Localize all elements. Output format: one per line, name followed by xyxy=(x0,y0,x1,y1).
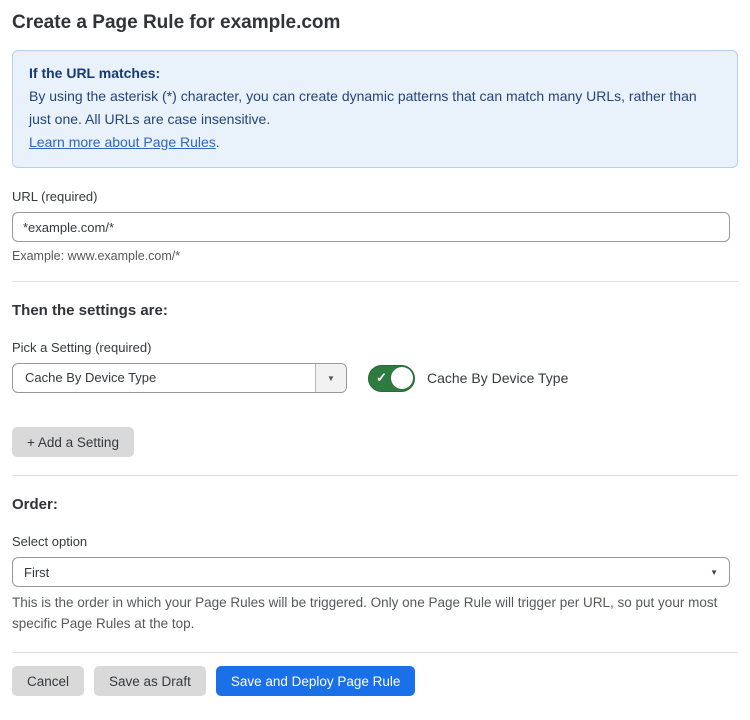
order-select-value: First xyxy=(24,565,49,580)
cancel-button[interactable]: Cancel xyxy=(12,666,84,696)
save-as-draft-button[interactable]: Save as Draft xyxy=(94,666,206,696)
info-box-body: By using the asterisk (*) character, you… xyxy=(29,85,721,131)
toggle-label: Cache By Device Type xyxy=(427,370,568,386)
check-icon: ✓ xyxy=(376,371,387,384)
chevron-down-icon: ▼ xyxy=(710,568,718,577)
learn-more-link[interactable]: Learn more about Page Rules xyxy=(29,134,216,150)
url-example-text: Example: www.example.com/* xyxy=(12,249,738,263)
cache-by-device-type-toggle[interactable]: ✓ xyxy=(368,365,415,392)
pick-setting-label: Pick a Setting (required) xyxy=(12,340,738,355)
order-section-heading: Order: xyxy=(12,496,738,513)
setting-select[interactable]: Cache By Device Type ▼ xyxy=(12,363,347,393)
section-divider xyxy=(12,652,738,653)
setting-select-value: Cache By Device Type xyxy=(13,364,315,392)
footer-button-row: Cancel Save as Draft Save and Deploy Pag… xyxy=(12,666,738,696)
url-input[interactable] xyxy=(12,212,730,242)
order-description: This is the order in which your Page Rul… xyxy=(12,592,730,634)
section-divider xyxy=(12,281,738,282)
info-box-link-line: Learn more about Page Rules. xyxy=(29,131,721,154)
section-divider xyxy=(12,475,738,476)
info-box-heading: If the URL matches: xyxy=(29,62,721,85)
settings-section-heading: Then the settings are: xyxy=(12,302,738,319)
chevron-down-icon[interactable]: ▼ xyxy=(315,364,346,392)
link-period: . xyxy=(216,134,220,150)
save-and-deploy-button[interactable]: Save and Deploy Page Rule xyxy=(216,666,416,696)
page-title: Create a Page Rule for example.com xyxy=(12,12,738,34)
setting-row: Cache By Device Type ▼ ✓ Cache By Device… xyxy=(12,363,738,393)
url-label: URL (required) xyxy=(12,189,738,204)
add-setting-button[interactable]: + Add a Setting xyxy=(12,427,134,457)
order-select[interactable]: First ▼ xyxy=(12,557,730,587)
toggle-knob xyxy=(391,367,413,389)
select-option-label: Select option xyxy=(12,534,738,549)
url-match-info-box: If the URL matches: By using the asteris… xyxy=(12,50,738,168)
create-page-rule-form: Create a Page Rule for example.com If th… xyxy=(0,0,750,720)
